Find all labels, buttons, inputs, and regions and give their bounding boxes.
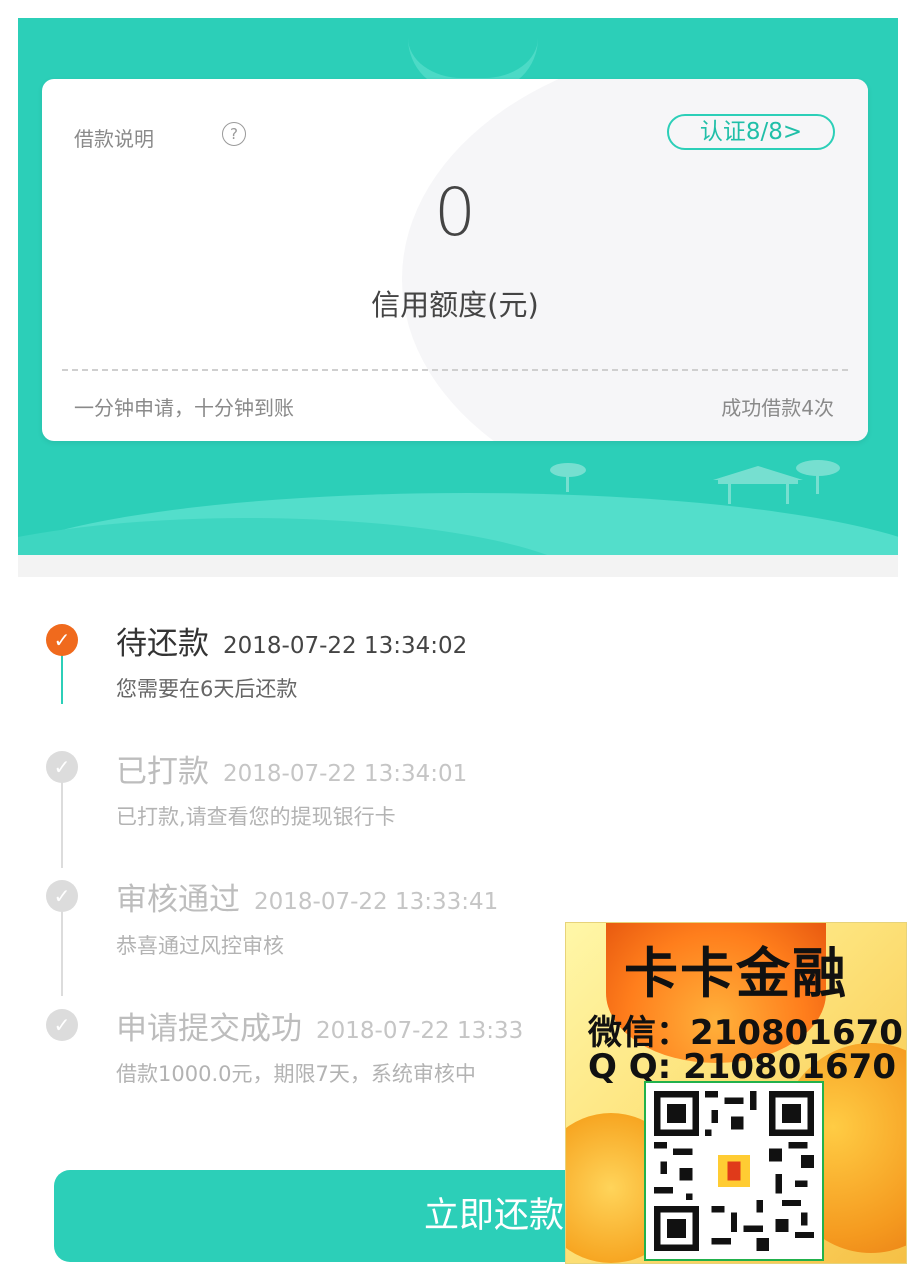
credit-limit-value: 0 xyxy=(434,174,476,251)
timeline-connector xyxy=(61,906,63,996)
timeline-step-desc: 您需要在6天后还款 xyxy=(116,677,298,701)
screen: 借款说明 ? 认证8/8> 0 信用额度(元) 一分钟申请，十分钟到账 成功借款… xyxy=(0,0,923,1280)
qr-code-icon xyxy=(654,1091,814,1251)
timeline-step-title: 已打款 2018-07-22 13:34:01 xyxy=(116,746,467,791)
check-icon: ✓ xyxy=(46,624,78,656)
timeline-connector xyxy=(61,778,63,868)
timeline-step-title: 审核通过 2018-07-22 13:33:41 xyxy=(116,874,498,919)
divider xyxy=(18,555,898,577)
ad-title: 卡卡金融 xyxy=(624,942,848,1005)
timeline-connector xyxy=(61,648,63,704)
timeline-step-title: 申请提交成功 2018-07-22 13:33 xyxy=(116,1003,523,1048)
help-icon[interactable]: ? xyxy=(222,122,246,146)
verification-button[interactable]: 认证8/8> xyxy=(667,114,835,150)
advertisement-overlay: 卡卡金融 微信：210801670 Q Q: 210801670 xyxy=(565,922,907,1264)
step-status: 待还款 xyxy=(116,626,209,662)
step-status: 审核通过 xyxy=(116,882,240,918)
loan-count: 成功借款4次 xyxy=(721,396,834,420)
timeline-step-desc: 借款1000.0元，期限7天，系统审核中 xyxy=(116,1062,476,1086)
timeline-step-desc: 恭喜通过风控审核 xyxy=(116,934,284,958)
check-icon: ✓ xyxy=(46,751,78,783)
step-time: 2018-07-22 13:33 xyxy=(316,1017,524,1044)
step-time: 2018-07-22 13:34:01 xyxy=(223,760,468,787)
step-status: 已打款 xyxy=(116,754,209,790)
card-slogan: 一分钟申请，十分钟到账 xyxy=(74,396,294,420)
timeline-step-desc: 已打款,请查看您的提现银行卡 xyxy=(116,805,396,829)
loan-info-link[interactable]: 借款说明 xyxy=(74,123,154,152)
check-icon: ✓ xyxy=(46,1009,78,1041)
credit-limit-label: 信用额度(元) xyxy=(371,288,539,322)
dashed-divider xyxy=(62,369,848,371)
step-time: 2018-07-22 13:34:02 xyxy=(223,632,468,659)
step-time: 2018-07-22 13:33:41 xyxy=(254,888,499,915)
step-status: 申请提交成功 xyxy=(116,1011,302,1047)
check-icon: ✓ xyxy=(46,880,78,912)
credit-card-panel: 借款说明 ? 认证8/8> 0 信用额度(元) 一分钟申请，十分钟到账 成功借款… xyxy=(42,79,868,441)
timeline-step-title: 待还款 2018-07-22 13:34:02 xyxy=(116,618,467,663)
qr-code xyxy=(644,1081,824,1261)
